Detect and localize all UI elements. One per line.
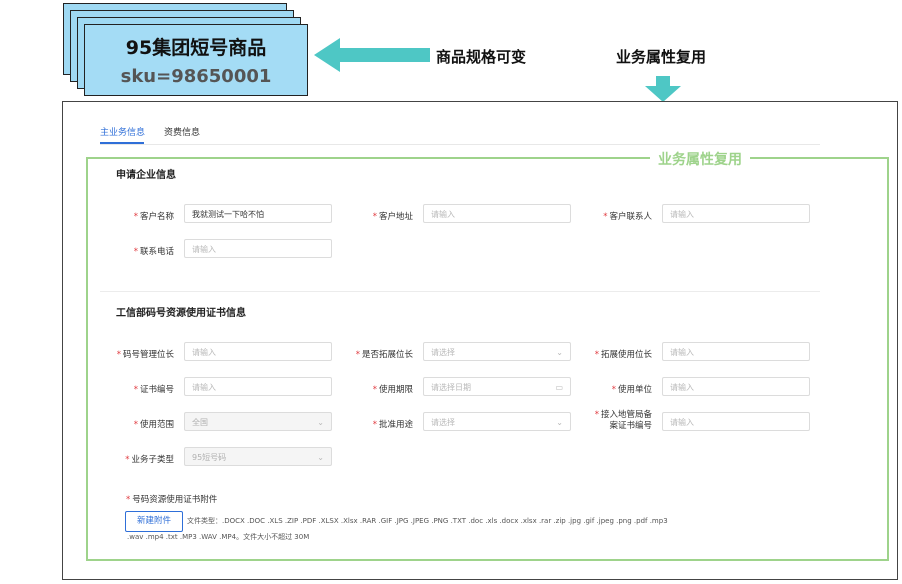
customer-address-input[interactable]: 请输入: [423, 204, 571, 223]
file-types-hint-cont: .wav .mp4 .txt .MP3 .WAV .MP4。文件大小不超过 30…: [127, 533, 310, 541]
label-extend-use-length: * 拓展使用位长: [594, 350, 652, 360]
section-divider: [100, 291, 820, 292]
chevron-down-icon: ⌄: [556, 418, 563, 427]
tab-tariff[interactable]: 资费信息: [164, 125, 200, 138]
number-manager-input[interactable]: 请输入: [184, 342, 332, 361]
file-types-hint: 文件类型：.DOCX .DOC .XLS .ZIP .PDF .XLSX .Xl…: [187, 517, 668, 525]
tab-divider: [100, 144, 820, 145]
use-period-datepicker[interactable]: 请选择日期 ▭: [423, 377, 571, 396]
cert-no-input[interactable]: 请输入: [184, 377, 332, 396]
label-use-period: * 使用期限: [372, 385, 413, 395]
arrow-left-icon: [314, 38, 430, 72]
product-card: 95集团短号商品 sku=98650001: [84, 24, 308, 96]
label-customer-contact: * 客户联系人: [603, 212, 652, 222]
extend-length-select[interactable]: 请选择 ⌄: [423, 342, 571, 361]
phone-input[interactable]: 请输入: [184, 239, 332, 258]
label-biz-subtype: * 业务子类型: [125, 455, 174, 465]
customer-name-input[interactable]: 我就测试一下哈不怕: [184, 204, 332, 223]
label-approved-use: * 批准用途: [372, 420, 413, 430]
chevron-down-icon: ⌄: [317, 418, 324, 427]
approved-use-select[interactable]: 请选择 ⌄: [423, 412, 571, 431]
use-scope-select[interactable]: 全国 ⌄: [184, 412, 332, 431]
customer-contact-input[interactable]: 请输入: [662, 204, 810, 223]
annotation-attr-reuse: 业务属性复用: [616, 48, 707, 66]
label-extend-length: * 是否拓展位长: [355, 350, 413, 360]
tab-main-business[interactable]: 主业务信息: [100, 125, 145, 138]
label-number-manager: * 码号管理位长: [116, 350, 174, 360]
section-title-enterprise: 申请企业信息: [116, 170, 176, 181]
local-record-no-input[interactable]: 请输入: [662, 412, 810, 431]
extend-use-length-input[interactable]: 请输入: [662, 342, 810, 361]
new-attachment-button[interactable]: 新建附件: [125, 511, 183, 532]
attr-reuse-frame-label: 业务属性复用: [650, 149, 750, 169]
label-local-record-no: * 接入地管局备 案证书编号: [594, 410, 652, 431]
label-customer-address: * 客户地址: [372, 212, 413, 222]
section-title-certificate: 工信部码号资源使用证书信息: [116, 308, 246, 319]
label-customer-name: * 客户名称: [133, 212, 174, 222]
label-use-scope: * 使用范围: [133, 420, 174, 430]
arrow-down-icon: [645, 76, 681, 102]
product-sku: sku=98650001: [120, 66, 272, 87]
use-unit-input[interactable]: 请输入: [662, 377, 810, 396]
biz-subtype-select[interactable]: 95短号码 ⌄: [184, 447, 332, 466]
product-title: 95集团短号商品: [125, 37, 267, 59]
annotation-spec-variable: 商品规格可变: [436, 48, 527, 66]
label-phone: * 联系电话: [133, 247, 174, 257]
label-cert-no: * 证书编号: [133, 385, 174, 395]
calendar-icon: ▭: [555, 383, 563, 392]
chevron-down-icon: ⌄: [556, 348, 563, 357]
attachment-label: * 号码资源使用证书附件: [126, 495, 218, 505]
label-use-unit: * 使用单位: [611, 385, 652, 395]
chevron-down-icon: ⌄: [317, 453, 324, 462]
